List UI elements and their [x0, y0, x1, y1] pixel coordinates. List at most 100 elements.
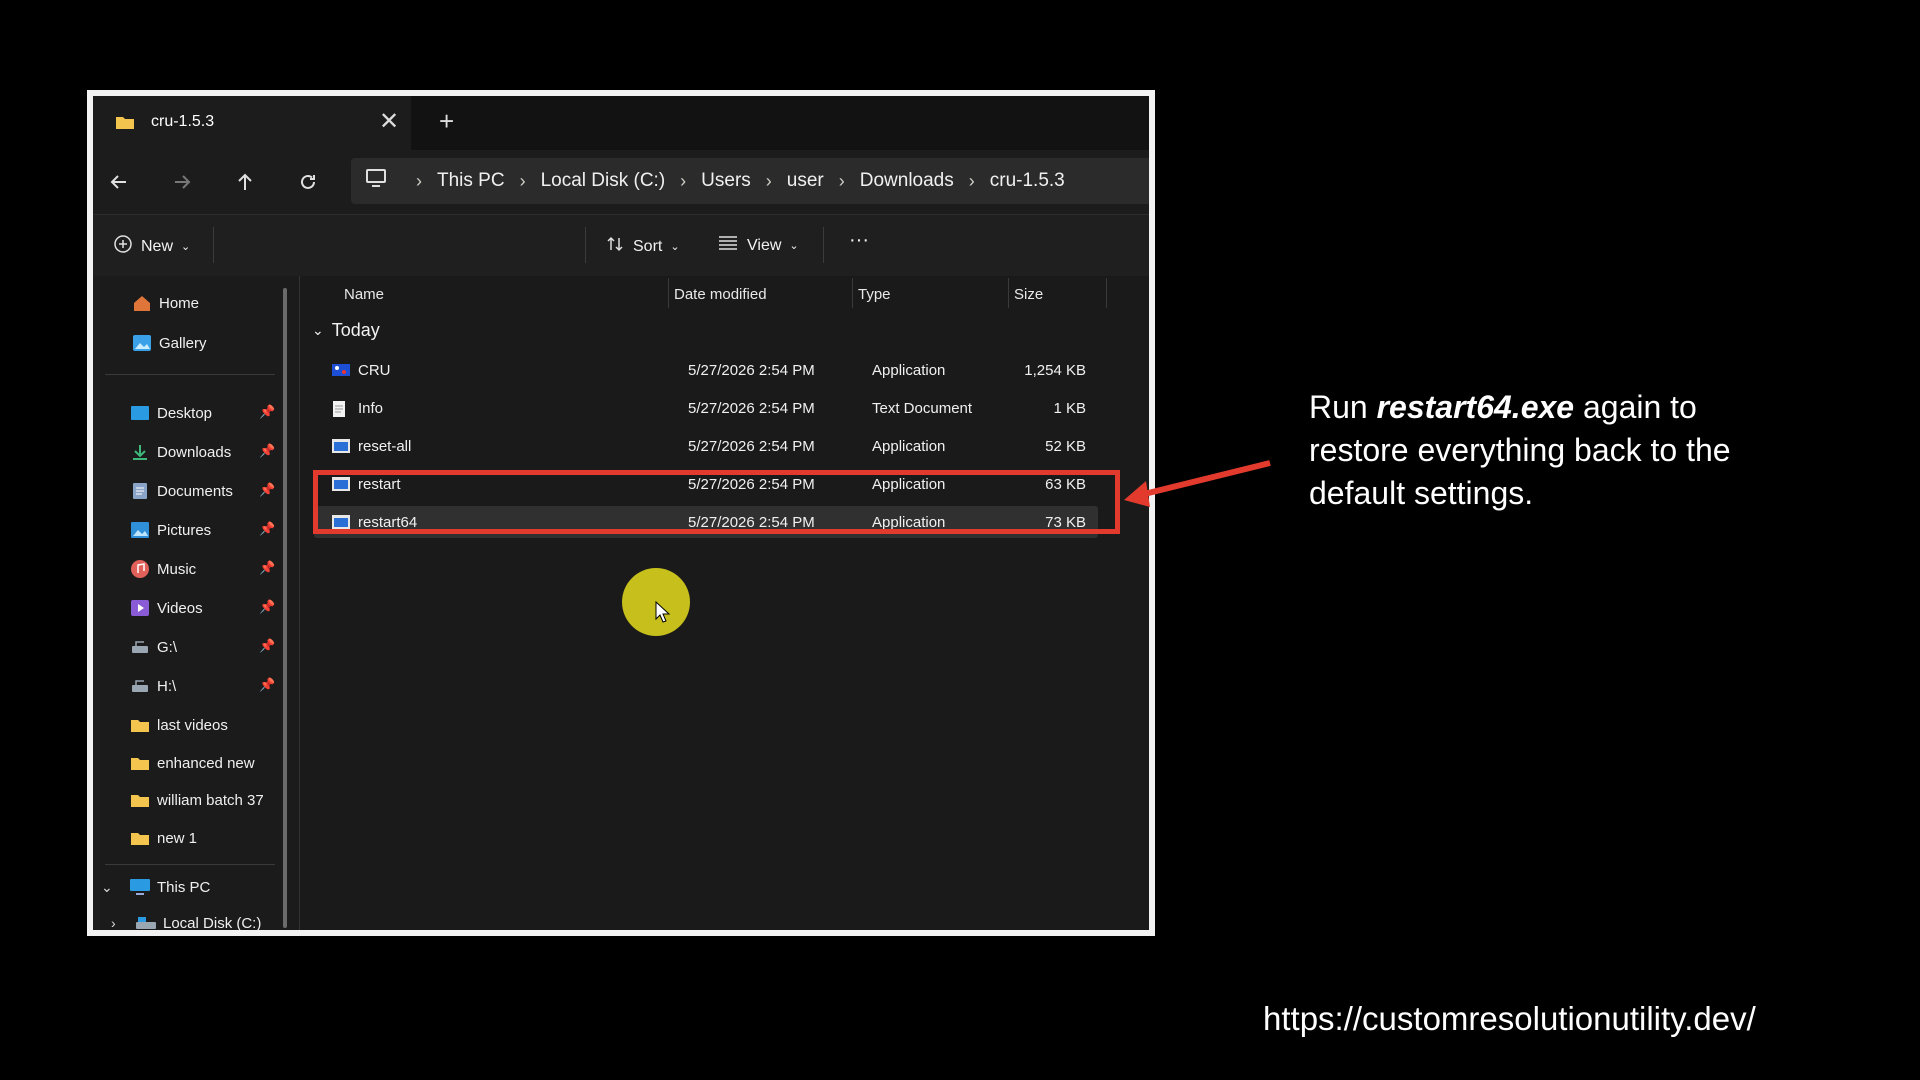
- breadcrumb-users[interactable]: Users: [701, 170, 751, 192]
- column-header-name[interactable]: Name: [344, 286, 384, 303]
- breadcrumb-user[interactable]: user: [787, 170, 824, 192]
- group-header-today[interactable]: ⌄ Today: [312, 320, 380, 341]
- sidebar-item-label: Documents: [157, 482, 233, 500]
- new-tab-button[interactable]: +: [439, 106, 454, 137]
- divider: [1106, 278, 1107, 308]
- sidebar-item-label: new 1: [157, 829, 198, 847]
- sidebar-item-label: Home: [159, 294, 200, 312]
- website-url: https://customresolutionutility.dev/: [1263, 1000, 1756, 1037]
- new-label: New: [141, 237, 174, 255]
- pin-icon[interactable]: 📌: [259, 560, 275, 576]
- sidebar-item-label: Pictures: [157, 521, 212, 539]
- sort-icon: [605, 234, 625, 259]
- group-label: Today: [331, 320, 380, 340]
- sidebar-item-label: Gallery: [159, 334, 207, 352]
- divider: [585, 227, 586, 263]
- music-icon: [129, 559, 151, 579]
- sidebar-item-music[interactable]: Music: [129, 554, 196, 584]
- computer-icon: [365, 168, 387, 194]
- sidebar-item-local-disk[interactable]: › Local Disk (C:): [111, 908, 262, 932]
- chevron-down-icon: ⌄: [670, 241, 680, 253]
- text-document-icon: [332, 400, 350, 417]
- folder-icon: [129, 753, 151, 773]
- view-label: View: [747, 236, 782, 254]
- column-header-type[interactable]: Type: [858, 286, 891, 303]
- file-date: 5/27/2026 2:54 PM: [688, 400, 815, 417]
- sidebar-item-label: G:\: [157, 638, 178, 656]
- file-size: 1,254 KB: [1024, 362, 1086, 379]
- column-header-date[interactable]: Date modified: [674, 286, 767, 303]
- home-icon: [131, 293, 153, 313]
- up-arrow-icon[interactable]: [229, 166, 261, 198]
- sidebar-item-label: enhanced new: [157, 754, 255, 772]
- file-type: Text Document: [872, 400, 973, 417]
- close-tab-icon[interactable]: ✕: [379, 108, 399, 136]
- folder-icon: [129, 715, 151, 735]
- pin-icon[interactable]: 📌: [259, 482, 275, 498]
- divider: [213, 227, 214, 263]
- pin-icon[interactable]: 📌: [259, 599, 275, 615]
- file-row[interactable]: reset-all 5/27/2026 2:54 PM Application …: [314, 430, 1098, 462]
- sidebar-item-last-videos[interactable]: last videos: [129, 710, 228, 740]
- pin-icon[interactable]: 📌: [259, 443, 275, 459]
- sidebar-item-enhanced-new[interactable]: enhanced new: [129, 748, 255, 778]
- arrow-icon: [1124, 460, 1271, 507]
- refresh-icon[interactable]: [292, 166, 324, 198]
- pin-icon[interactable]: 📌: [259, 638, 275, 654]
- pin-icon[interactable]: 📌: [259, 404, 275, 420]
- breadcrumb-cru[interactable]: cru-1.5.3: [990, 170, 1065, 192]
- breadcrumb-local-disk[interactable]: Local Disk (C:): [541, 170, 666, 192]
- sidebar-item-home[interactable]: Home: [131, 288, 199, 318]
- sidebar-item-documents[interactable]: Documents: [129, 476, 233, 506]
- chevron-down-icon[interactable]: ⌄: [101, 879, 123, 896]
- annotation-text: Run restart64.exe again to restore every…: [1309, 386, 1769, 515]
- forward-arrow-icon[interactable]: [166, 166, 198, 198]
- sidebar-item-label: Local Disk (C:): [163, 914, 262, 932]
- chevron-right-icon: ›: [765, 170, 772, 191]
- breadcrumb-downloads[interactable]: Downloads: [860, 170, 954, 192]
- pin-icon[interactable]: 📌: [259, 521, 275, 537]
- sidebar-item-label: This PC: [157, 878, 211, 896]
- sidebar-item-gallery[interactable]: Gallery: [131, 328, 207, 358]
- desktop-icon: [129, 403, 151, 423]
- sidebar-item-new-1[interactable]: new 1: [129, 823, 197, 853]
- file-row[interactable]: Info 5/27/2026 2:54 PM Text Document 1 K…: [314, 392, 1098, 424]
- sidebar-item-label: Downloads: [157, 443, 232, 461]
- network-drive-icon: [129, 637, 151, 657]
- address-bar[interactable]: › This PC › Local Disk (C:) › Users › us…: [351, 158, 1149, 204]
- sort-label: Sort: [633, 237, 663, 255]
- mouse-pointer-icon: [655, 601, 671, 623]
- sidebar-item-this-pc[interactable]: ⌄ This PC: [101, 872, 210, 902]
- download-icon: [129, 442, 151, 462]
- divider: [852, 278, 853, 308]
- file-type: Application: [872, 362, 946, 379]
- chevron-right-icon[interactable]: ›: [111, 915, 131, 930]
- sidebar-item-pictures[interactable]: Pictures: [129, 515, 211, 545]
- more-options-button[interactable]: ···: [849, 229, 869, 252]
- sidebar-item-william-batch[interactable]: william batch 37: [129, 785, 264, 815]
- file-date: 5/27/2026 2:54 PM: [688, 362, 815, 379]
- file-row[interactable]: CRU 5/27/2026 2:54 PM Application 1,254 …: [314, 354, 1098, 386]
- file-name: Info: [358, 400, 384, 417]
- back-arrow-icon[interactable]: [103, 166, 135, 198]
- breadcrumb-this-pc[interactable]: This PC: [437, 170, 505, 192]
- new-button[interactable]: New ⌄: [113, 234, 190, 259]
- file-size: 1 KB: [1053, 400, 1086, 417]
- sidebar-item-desktop[interactable]: Desktop: [129, 398, 212, 428]
- sidebar-item-downloads[interactable]: Downloads: [129, 437, 231, 467]
- folder-icon: [129, 828, 151, 848]
- sidebar-item-h-drive[interactable]: H:\: [129, 671, 176, 701]
- folder-icon: [129, 790, 151, 810]
- sidebar-scrollbar[interactable]: [283, 288, 287, 928]
- command-bar: New ⌄ Sort ⌄ View ⌄ ···: [93, 214, 1149, 278]
- column-header-size[interactable]: Size: [1014, 286, 1043, 303]
- pin-icon[interactable]: 📌: [259, 677, 275, 693]
- divider: [105, 374, 275, 375]
- sidebar-item-g-drive[interactable]: G:\: [129, 632, 177, 662]
- sidebar-item-label: Videos: [157, 599, 203, 617]
- sidebar-item-videos[interactable]: Videos: [129, 593, 203, 623]
- view-button[interactable]: View ⌄: [717, 234, 799, 257]
- sort-button[interactable]: Sort ⌄: [605, 234, 680, 259]
- divider: [1008, 278, 1009, 308]
- tab-cru[interactable]: cru-1.5.3 ✕: [93, 96, 411, 150]
